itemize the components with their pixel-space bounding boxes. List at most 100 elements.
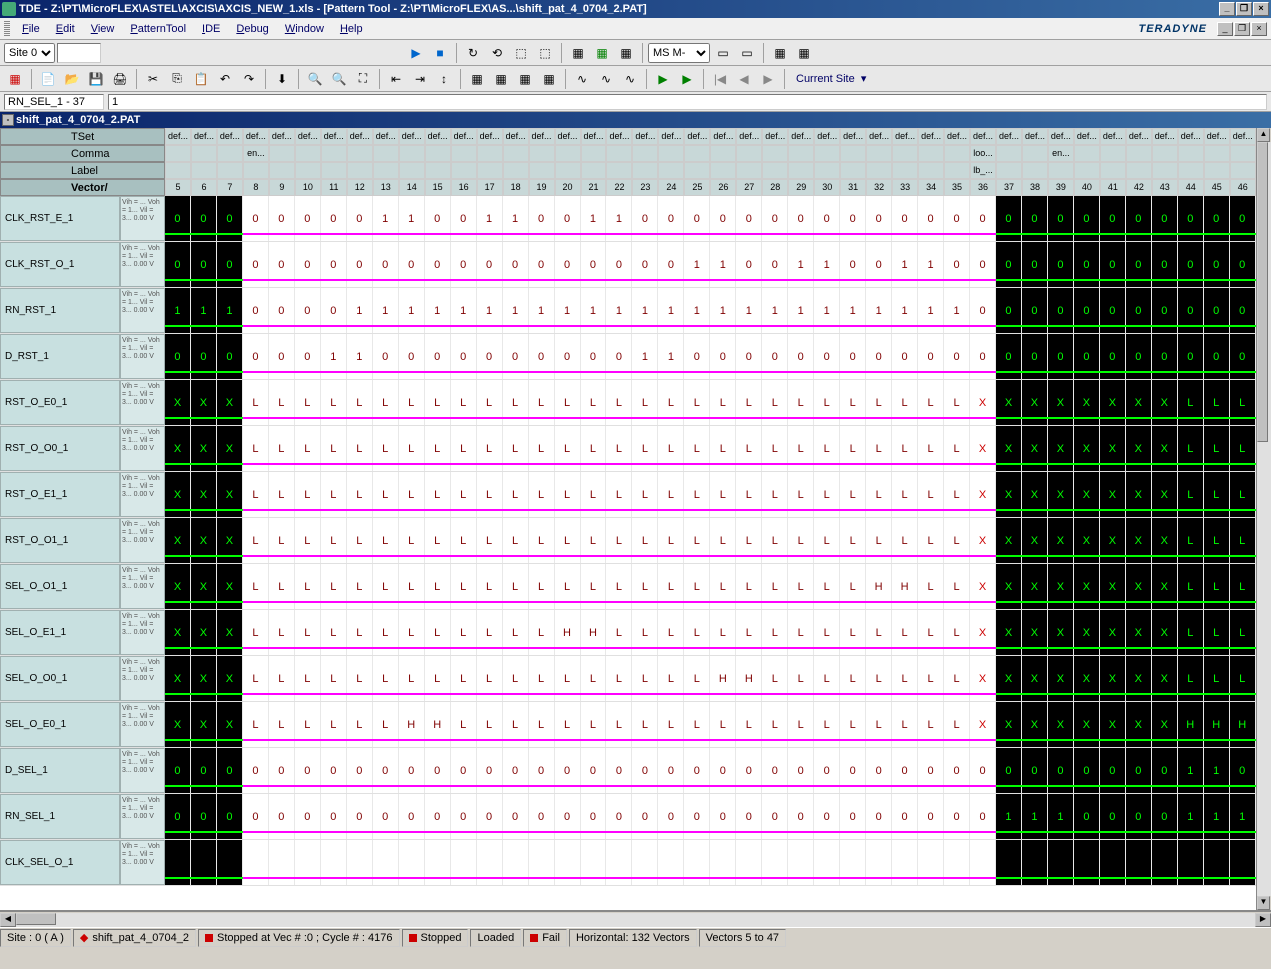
header-cell[interactable] <box>1022 145 1048 162</box>
vector-header[interactable]: 9 <box>269 179 295 196</box>
signal-cell[interactable]: X <box>1100 472 1126 517</box>
header-cell[interactable] <box>451 162 477 179</box>
site-select[interactable]: Site 0 <box>4 43 55 63</box>
signal-cell[interactable]: 0 <box>165 794 191 839</box>
signal-cell[interactable]: 1 <box>710 242 736 287</box>
signal-cell[interactable]: L <box>581 702 607 747</box>
wave-icon-1[interactable]: ∿ <box>571 68 593 90</box>
header-cell[interactable]: def... <box>373 128 399 145</box>
signal-cell[interactable]: 1 <box>1022 794 1048 839</box>
signal-cell[interactable]: L <box>840 518 866 563</box>
header-cell[interactable] <box>866 162 892 179</box>
signal-cell[interactable]: L <box>866 656 892 701</box>
header-cell[interactable] <box>217 162 243 179</box>
signal-cell[interactable]: L <box>503 426 529 471</box>
signal-cell[interactable]: 1 <box>606 288 632 333</box>
signal-cell[interactable]: X <box>217 702 243 747</box>
signal-cell[interactable]: X <box>1100 518 1126 563</box>
signal-cell[interactable]: L <box>944 518 970 563</box>
vector-header[interactable]: 10 <box>295 179 321 196</box>
align-icon-3[interactable]: ↕ <box>433 68 455 90</box>
signal-cell[interactable]: 0 <box>373 334 399 379</box>
signal-name[interactable]: RST_O_E1_1 <box>0 472 120 517</box>
signal-cell[interactable]: 0 <box>451 748 477 793</box>
signal-cell[interactable]: L <box>529 564 555 609</box>
zoom-in-icon[interactable]: 🔍 <box>304 68 326 90</box>
signal-cell[interactable]: L <box>347 426 373 471</box>
header-cell[interactable]: def... <box>1230 128 1256 145</box>
signal-cell[interactable]: L <box>321 702 347 747</box>
signal-cell[interactable]: L <box>269 472 295 517</box>
signal-name[interactable]: RST_O_O0_1 <box>0 426 120 471</box>
signal-cell[interactable]: 0 <box>243 748 269 793</box>
signal-cell[interactable]: 0 <box>1126 196 1152 241</box>
signal-cell[interactable]: 0 <box>295 748 321 793</box>
signal-cell[interactable]: X <box>970 472 996 517</box>
signal-cell[interactable]: 0 <box>892 748 918 793</box>
signal-cell[interactable]: 0 <box>295 794 321 839</box>
signal-cell[interactable]: L <box>710 518 736 563</box>
signal-cell[interactable]: X <box>165 656 191 701</box>
signal-cell[interactable]: 0 <box>632 748 658 793</box>
signal-cell[interactable]: L <box>555 564 581 609</box>
signal-cell[interactable]: L <box>762 518 788 563</box>
signal-cell[interactable] <box>165 840 191 885</box>
signal-cell[interactable]: 0 <box>1048 196 1074 241</box>
signal-cell[interactable]: 0 <box>295 288 321 333</box>
signal-cell[interactable]: L <box>529 518 555 563</box>
signal-cell[interactable]: L <box>477 426 503 471</box>
signal-cell[interactable]: L <box>425 426 451 471</box>
header-cell[interactable] <box>840 162 866 179</box>
signal-cell[interactable]: 0 <box>944 242 970 287</box>
signal-cell[interactable]: L <box>606 518 632 563</box>
signal-cell[interactable]: 0 <box>529 748 555 793</box>
signal-cell[interactable]: L <box>944 472 970 517</box>
vector-header[interactable]: 25 <box>684 179 710 196</box>
header-cell[interactable]: def... <box>944 128 970 145</box>
signal-cell[interactable]: H <box>1178 702 1204 747</box>
header-cell[interactable] <box>425 162 451 179</box>
signal-cell[interactable]: 0 <box>477 748 503 793</box>
header-cell[interactable] <box>736 145 762 162</box>
vector-header[interactable]: 28 <box>762 179 788 196</box>
signal-cell[interactable]: 0 <box>1074 748 1100 793</box>
first-icon[interactable]: |◀ <box>709 68 731 90</box>
header-cell[interactable] <box>581 145 607 162</box>
signal-cell[interactable]: 0 <box>1100 196 1126 241</box>
signal-cell[interactable]: X <box>1152 656 1178 701</box>
signal-cell[interactable]: L <box>321 426 347 471</box>
signal-cell[interactable]: 1 <box>736 288 762 333</box>
run-icon-2[interactable]: ▶ <box>676 68 698 90</box>
signal-cell[interactable] <box>555 840 581 885</box>
signal-cell[interactable]: 1 <box>555 288 581 333</box>
signal-cell[interactable]: 0 <box>1178 334 1204 379</box>
signal-cell[interactable]: X <box>970 702 996 747</box>
signal-cell[interactable]: L <box>347 610 373 655</box>
signal-cell[interactable]: 0 <box>165 334 191 379</box>
signal-cell[interactable]: 0 <box>477 334 503 379</box>
vector-header[interactable]: 36 <box>970 179 996 196</box>
signal-cell[interactable] <box>347 840 373 885</box>
header-cell[interactable] <box>944 162 970 179</box>
signal-cell[interactable]: L <box>892 518 918 563</box>
signal-cell[interactable]: L <box>1204 426 1230 471</box>
signal-cell[interactable]: 0 <box>269 242 295 287</box>
signal-cell[interactable]: L <box>373 380 399 425</box>
signal-cell[interactable]: 0 <box>1126 794 1152 839</box>
signal-cell[interactable]: 0 <box>814 748 840 793</box>
header-cell[interactable] <box>1126 145 1152 162</box>
signal-cell[interactable]: X <box>1022 426 1048 471</box>
signal-cell[interactable]: 0 <box>373 794 399 839</box>
signal-cell[interactable]: L <box>658 518 684 563</box>
signal-cell[interactable]: 0 <box>347 242 373 287</box>
signal-cell[interactable]: X <box>217 564 243 609</box>
signal-cell[interactable]: L <box>658 564 684 609</box>
signal-cell[interactable]: 1 <box>1178 748 1204 793</box>
header-cell[interactable]: def... <box>866 128 892 145</box>
current-site-dropdown[interactable]: Current Site ▾ <box>790 72 872 85</box>
signal-cell[interactable]: 0 <box>1230 196 1256 241</box>
signal-cell[interactable]: 0 <box>1204 196 1230 241</box>
signal-cell[interactable]: X <box>1152 380 1178 425</box>
signal-cell[interactable]: 0 <box>321 794 347 839</box>
signal-cell[interactable]: L <box>243 426 269 471</box>
